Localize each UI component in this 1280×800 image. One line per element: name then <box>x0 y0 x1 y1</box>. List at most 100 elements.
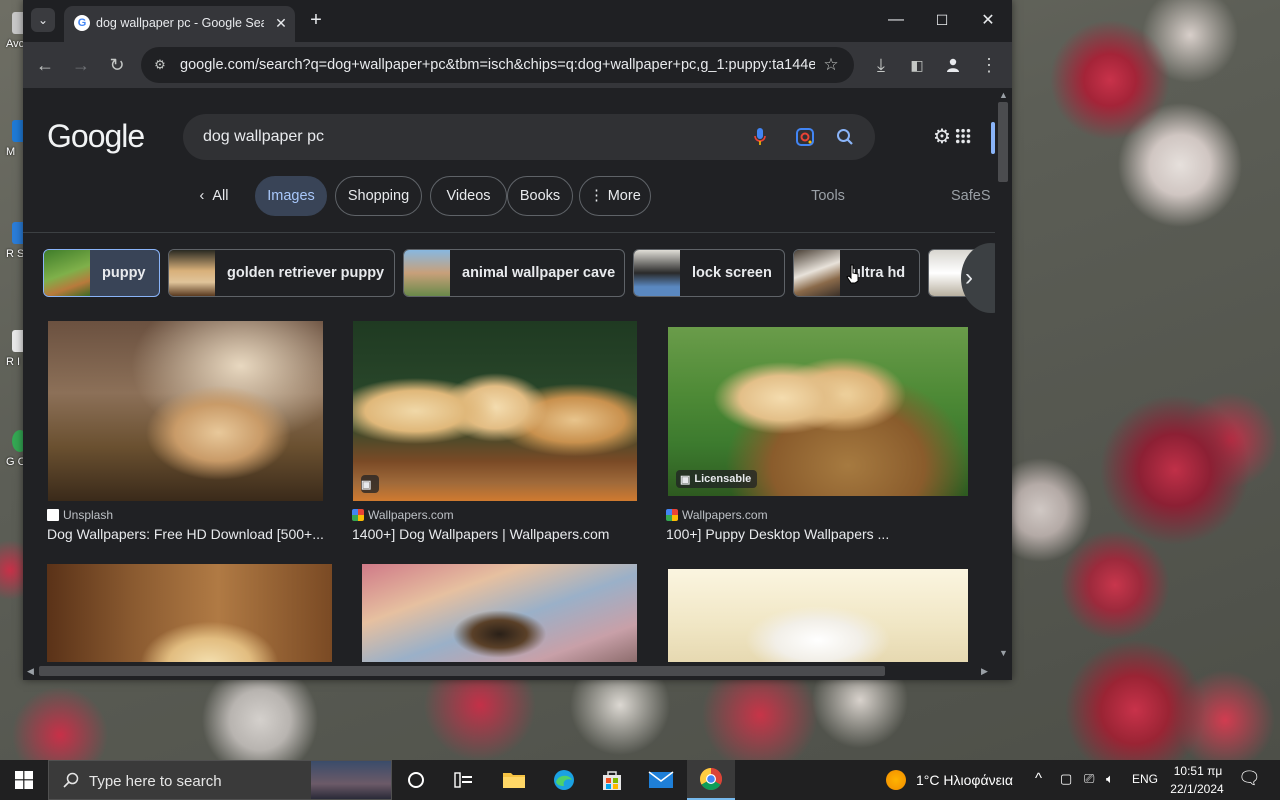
result-image-yorkie-puppy[interactable] <box>362 564 637 662</box>
profile-icon[interactable] <box>939 51 967 79</box>
tab-all-label: All <box>212 188 229 204</box>
chip-label: animal wallpaper cave <box>462 265 616 281</box>
result-caption[interactable]: 1400+] Dog Wallpapers | Wallpapers.com <box>352 526 642 542</box>
reload-button[interactable]: ↻ <box>103 51 131 79</box>
result-image-white-puppy[interactable] <box>668 569 968 662</box>
chip-puppy[interactable]: puppy <box>43 249 160 297</box>
download-icon[interactable]: ⤓ <box>867 51 895 79</box>
menu-kebab-icon[interactable]: ⋮ <box>975 51 1003 79</box>
desktop-icon-label: R S <box>6 248 25 260</box>
chrome-button[interactable] <box>687 760 735 800</box>
scroll-up-arrow-icon[interactable]: ▲ <box>999 90 1008 100</box>
folder-icon <box>503 773 525 788</box>
result-image-puppies-in-basket[interactable]: ▣ Licensable <box>668 327 968 496</box>
mail-icon <box>648 771 674 788</box>
vertical-scrollbar[interactable]: ▲ ▼ <box>995 88 1012 662</box>
horizontal-scroll-thumb[interactable] <box>39 666 885 676</box>
side-panel-icon[interactable]: ◧ <box>903 51 931 79</box>
task-view-button[interactable] <box>440 760 488 800</box>
search-query[interactable]: dog wallpaper pc <box>203 128 324 146</box>
image-badge-icon: ▣ <box>361 475 379 493</box>
tab-strip: ⌄ G dog wallpaper pc - Google Search ✕ +… <box>23 0 1012 42</box>
scroll-down-arrow-icon[interactable]: ▼ <box>999 648 1008 658</box>
google-apps-grid-icon[interactable] <box>955 128 971 144</box>
lens-camera-icon[interactable] <box>794 126 816 148</box>
minimize-button[interactable]: — <box>873 6 919 34</box>
taskbar-search-input[interactable]: Type here to search <box>48 760 392 800</box>
chip-golden-retriever-puppy[interactable]: golden retriever puppy <box>168 249 395 297</box>
volume-muted-icon[interactable]: 🔈︎ <box>1106 771 1114 787</box>
clock-date[interactable]: 22/1/2024 <box>1166 782 1228 796</box>
cortana-button[interactable] <box>392 760 440 800</box>
google-favicon-icon: G <box>74 15 90 31</box>
maximize-button[interactable]: ☐ <box>919 6 965 34</box>
close-tab-icon[interactable]: ✕ <box>272 14 290 32</box>
scroll-left-arrow-icon[interactable]: ◀ <box>27 666 34 677</box>
chip-thumbnail <box>634 250 680 296</box>
result-source[interactable]: Wallpapers.com <box>352 508 454 522</box>
forward-button[interactable]: → <box>67 51 95 79</box>
network-icon[interactable]: ⎚ <box>1084 771 1094 787</box>
browser-window: ⌄ G dog wallpaper pc - Google Search ✕ +… <box>23 0 1012 680</box>
vertical-scroll-thumb[interactable] <box>998 102 1008 182</box>
tab-books[interactable]: Books <box>507 176 573 216</box>
search-icon[interactable] <box>834 126 856 148</box>
scroll-right-arrow-icon[interactable]: ▶ <box>981 666 988 677</box>
settings-gear-icon[interactable]: ⚙ <box>931 125 953 148</box>
file-explorer-button[interactable] <box>490 760 538 800</box>
edge-button[interactable] <box>540 760 588 800</box>
store-button[interactable] <box>588 760 636 800</box>
chevron-down-icon: ⌄ <box>37 13 49 27</box>
search-icon <box>63 772 79 788</box>
input-language[interactable]: ENG <box>1132 772 1158 786</box>
licensable-badge[interactable]: ▣ Licensable <box>676 470 758 488</box>
wallpapers-favicon-icon <box>352 509 364 521</box>
chip-animal-wallpaper-cave[interactable]: animal wallpaper cave <box>403 249 625 297</box>
start-button[interactable] <box>0 760 48 800</box>
tab-images[interactable]: Images <box>255 176 327 216</box>
horizontal-scrollbar[interactable]: ◀ ▶ <box>23 662 1012 680</box>
weather-sun-icon[interactable] <box>886 770 906 790</box>
result-image-golden-puppy-running[interactable] <box>48 321 323 501</box>
url-text[interactable]: google.com/search?q=dog+wallpaper+pc&tbm… <box>180 57 815 73</box>
result-image-three-golden-puppies[interactable]: ▣ <box>353 321 637 501</box>
new-tab-button[interactable]: + <box>305 9 327 31</box>
result-source[interactable]: Unsplash <box>47 508 113 522</box>
windows-logo-icon <box>15 771 33 789</box>
tab-more[interactable]: ⋮ More <box>579 176 651 216</box>
meet-now-icon[interactable]: ▢ <box>1060 771 1072 787</box>
address-bar[interactable]: ⚙ google.com/search?q=dog+wallpaper+pc&t… <box>141 47 854 83</box>
source-label: Unsplash <box>63 508 114 522</box>
tools-button[interactable]: Tools <box>803 176 853 216</box>
close-window-button[interactable]: ✕ <box>965 6 1011 34</box>
search-input[interactable]: dog wallpaper pc <box>183 114 875 160</box>
site-info-icon[interactable]: ⚙ <box>151 56 169 74</box>
chip-label: golden retriever puppy <box>227 265 385 281</box>
result-image-puppy-peeking[interactable] <box>47 564 332 662</box>
safesearch-button[interactable]: SafeS <box>951 176 995 216</box>
tab-videos[interactable]: Videos <box>430 176 507 216</box>
clock-time[interactable]: 10:51 πμ <box>1168 764 1228 778</box>
bookmark-star-icon[interactable]: ☆ <box>821 55 841 75</box>
microphone-icon[interactable] <box>749 126 771 148</box>
google-logo[interactable]: Google <box>47 118 145 155</box>
tab-search-button[interactable]: ⌄ <box>31 8 55 32</box>
mail-button[interactable] <box>637 760 685 800</box>
result-source[interactable]: Wallpapers.com <box>666 508 768 522</box>
back-button[interactable]: ← <box>31 51 59 79</box>
chip-thumbnail <box>169 250 215 296</box>
chip-label: puppy <box>102 265 146 281</box>
browser-tab[interactable]: G dog wallpaper pc - Google Search ✕ <box>64 6 295 42</box>
tab-shopping[interactable]: Shopping <box>335 176 422 216</box>
chip-lock-screen[interactable]: lock screen <box>633 249 785 297</box>
chevron-left-icon: ‹ <box>199 188 205 204</box>
search-results-page: Google dog wallpaper pc ⚙ ‹ All Images Sh… <box>23 88 995 662</box>
result-caption[interactable]: 100+] Puppy Desktop Wallpapers ... <box>666 526 966 542</box>
result-caption[interactable]: Dog Wallpapers: Free HD Download [500+..… <box>47 526 327 542</box>
tab-all[interactable]: ‹ All <box>187 176 241 216</box>
cortana-ring-icon <box>408 772 424 788</box>
weather-text[interactable]: 1°C Ηλιοφάνεια <box>916 772 1013 788</box>
show-hidden-icons-chevron-icon[interactable]: ^ <box>1035 770 1042 787</box>
notification-center-icon[interactable]: 🗨︎ <box>1238 768 1261 789</box>
search-highlight-image <box>311 761 391 799</box>
